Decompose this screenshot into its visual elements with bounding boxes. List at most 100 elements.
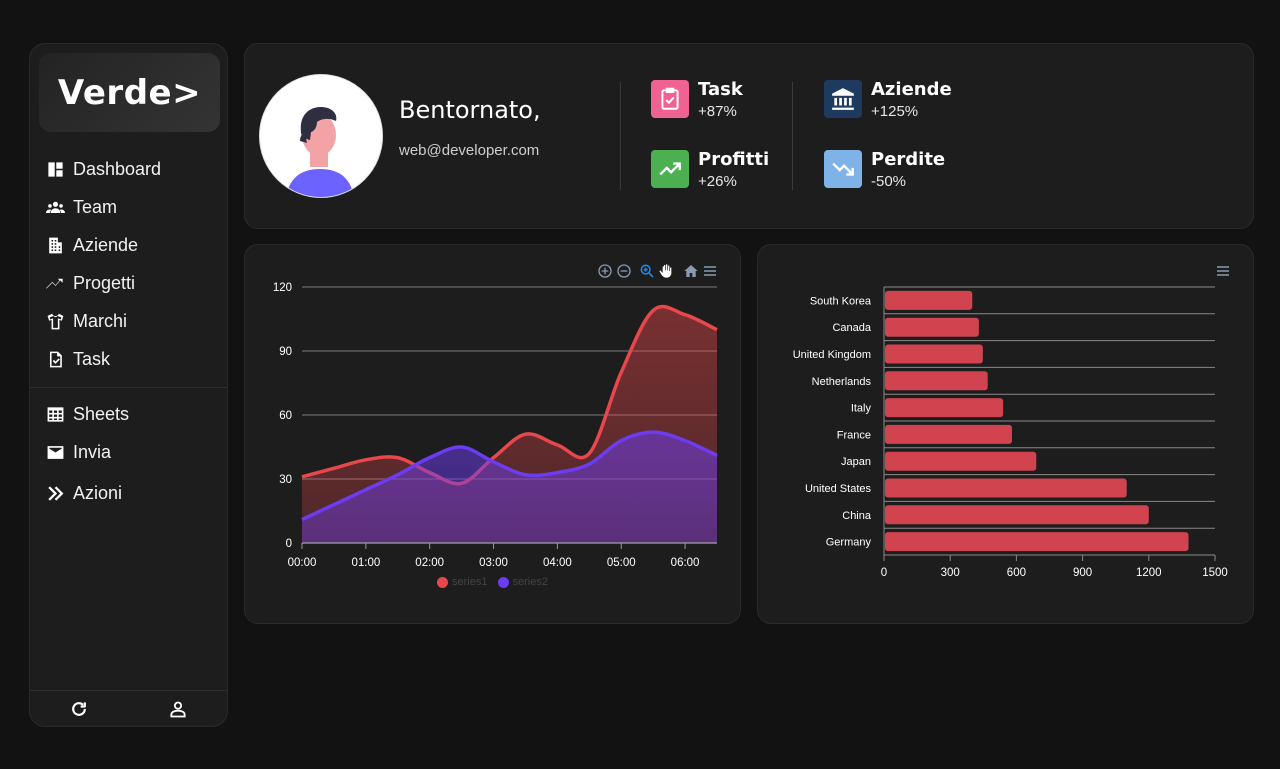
sidebar-item-label: Team [73, 196, 118, 217]
category-label: Canada [832, 322, 871, 334]
zoom-in-button[interactable] [597, 263, 613, 279]
refresh-icon [72, 701, 87, 716]
stat-icon-box [824, 80, 862, 118]
sidebar-item-task[interactable]: Task [46, 344, 110, 374]
sidebar-item-team[interactable]: Team [46, 192, 117, 222]
stat-title: Aziende [871, 79, 952, 100]
x-tick-label: 300 [941, 567, 960, 579]
dashboard-icon [48, 161, 63, 177]
bar[interactable] [885, 290, 973, 310]
sidebar-item-progetti[interactable]: Progetti [46, 268, 135, 298]
table-icon [47, 406, 64, 422]
profile-card: Bentornato, web@developer.com Task +87% … [244, 43, 1254, 229]
stat-icon-box [651, 80, 689, 118]
pan-hand-icon [659, 264, 672, 278]
category-label: South Korea [810, 295, 872, 307]
bar[interactable] [885, 424, 1012, 444]
stat-value: +87% [698, 103, 737, 120]
sidebar-item-invia[interactable]: Invia [46, 437, 111, 467]
x-tick-label: 01:00 [351, 557, 380, 569]
stat-aziende[interactable]: Aziende +125% [824, 80, 952, 120]
sidebar-item-aziende[interactable]: Aziende [46, 230, 138, 260]
x-tick-label: 00:00 [288, 557, 317, 569]
sidebar-item-label: Marchi [73, 310, 128, 331]
zoom-select-button[interactable] [639, 263, 655, 279]
user-icon [170, 701, 186, 717]
bar[interactable] [885, 451, 1037, 471]
x-tick-label: 900 [1073, 567, 1092, 579]
sidebar-item-label: Aziende [73, 234, 139, 255]
mail-icon [47, 445, 64, 459]
menu-icon [704, 266, 716, 276]
sidebar-item-sheets[interactable]: Sheets [46, 399, 129, 429]
area-chart: 0 30 60 90 120 00:00 01:00 02:00 03:00 04:00 05:00… [273, 282, 718, 569]
trend-up-icon [659, 162, 681, 176]
x-tick-label: 1500 [1202, 567, 1228, 579]
stat-value: +125% [871, 103, 919, 120]
x-tick-label: 03:00 [479, 557, 508, 569]
legend-label: series2 [512, 576, 548, 588]
legend-item-series1[interactable]: series1 [437, 576, 488, 588]
trend-down-icon [832, 162, 854, 176]
sidebar-item-label: Azioni [73, 482, 123, 503]
logo-text: Verde> [57, 72, 202, 113]
welcome-text: Bentornato, [399, 96, 541, 124]
legend-marker [437, 576, 449, 588]
stat-task[interactable]: Task +87% [651, 80, 743, 120]
chart-toolbar [597, 263, 718, 279]
x-tick-label: 06:00 [671, 557, 700, 569]
trend-icon [46, 278, 63, 289]
sidebar: Verde> Dashboard Team Aziende Progetti M… [29, 43, 228, 727]
nav-divider [30, 387, 227, 388]
chart-menu-button[interactable] [1215, 263, 1231, 279]
stat-profitti[interactable]: Profitti +26% [651, 150, 769, 190]
team-icon [46, 201, 65, 213]
bar[interactable] [885, 478, 1127, 498]
chart-legend: series1 series2 [245, 576, 740, 588]
category-label: Italy [851, 403, 872, 415]
stat-value: -50% [871, 173, 907, 190]
stat-icon-box [651, 150, 689, 188]
legend-item-series2[interactable]: series2 [497, 576, 548, 588]
pan-button[interactable] [658, 263, 674, 279]
bar-chart: South Korea Canada United Kingdom Netherlan… [793, 286, 1228, 579]
bar-chart-card: South Korea Canada United Kingdom Netherlan… [757, 244, 1254, 624]
stats-divider [620, 82, 621, 190]
stat-title: Profitti [698, 149, 770, 170]
refresh-button[interactable] [30, 691, 129, 726]
category-label: Netherlands [812, 376, 872, 388]
stat-value: +26% [698, 173, 737, 190]
category-label: United States [805, 483, 872, 495]
bar[interactable] [885, 532, 1189, 552]
profile-button[interactable] [129, 691, 228, 726]
y-tick-label: 90 [279, 346, 292, 358]
x-tick-label: 1200 [1136, 567, 1162, 579]
y-tick-label: 0 [286, 538, 292, 550]
sidebar-item-azioni[interactable]: Azioni [46, 478, 122, 508]
reset-zoom-button[interactable] [683, 263, 699, 279]
clipboard-check-icon [661, 87, 679, 110]
bar[interactable] [885, 344, 983, 364]
category-label: France [837, 429, 871, 441]
bar[interactable] [885, 505, 1149, 525]
category-label: Germany [826, 537, 872, 549]
avatar [259, 74, 383, 198]
x-tick-label: 05:00 [607, 557, 636, 569]
stat-title: Task [698, 79, 743, 100]
bar[interactable] [885, 398, 1004, 418]
logo[interactable]: Verde> [39, 53, 220, 132]
zoom-out-button[interactable] [616, 263, 632, 279]
sidebar-item-dashboard[interactable]: Dashboard [46, 154, 161, 184]
stats-divider [792, 82, 793, 190]
stat-perdite[interactable]: Perdite -50% [824, 150, 945, 190]
sidebar-item-label: Progetti [73, 272, 136, 293]
menu-icon [1217, 266, 1229, 276]
bar[interactable] [885, 371, 988, 391]
chart-menu-button[interactable] [702, 263, 718, 279]
sidebar-item-marchi[interactable]: Marchi [46, 306, 127, 336]
x-tick-label: 0 [881, 567, 887, 579]
bar[interactable] [885, 317, 979, 337]
sidebar-footer [30, 690, 227, 726]
y-tick-label: 30 [279, 474, 292, 486]
area-chart-card: 0 30 60 90 120 00:00 01:00 02:00 03:00 04:00 05:00… [244, 244, 741, 624]
